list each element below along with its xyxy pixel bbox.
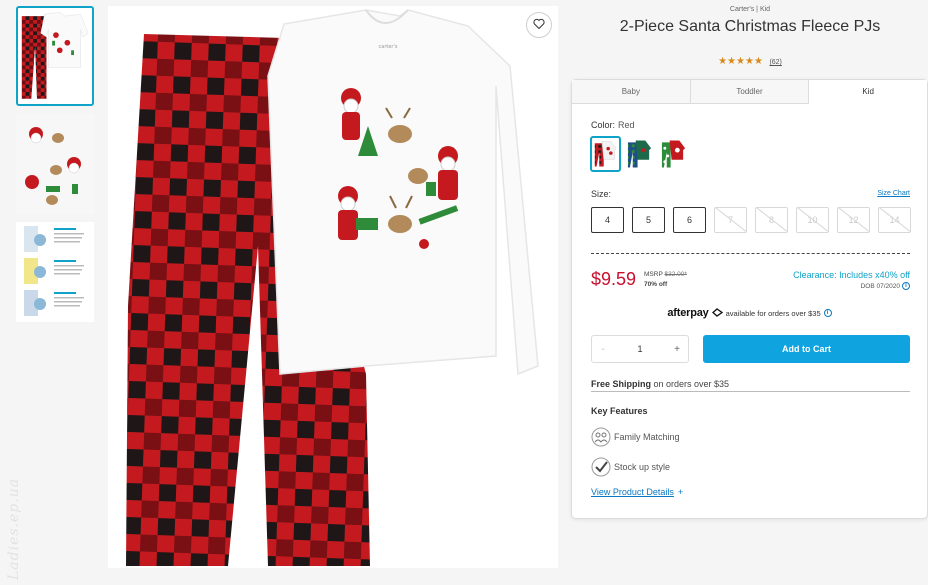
size-option-5[interactable]: 5 bbox=[632, 207, 665, 233]
product-title: 2-Piece Santa Christmas Fleece PJs bbox=[619, 18, 881, 35]
size-label: Size: bbox=[591, 189, 612, 199]
swatch-green-plaid[interactable] bbox=[624, 136, 655, 172]
tab-baby[interactable]: Baby bbox=[572, 80, 691, 103]
view-product-details-link[interactable]: View Product Details + bbox=[591, 487, 683, 497]
view-details-label: View Product Details bbox=[591, 487, 674, 497]
brand-breadcrumb: Carter's | Kid bbox=[572, 6, 928, 13]
review-count-link[interactable]: (62) bbox=[769, 59, 781, 66]
brand-link[interactable]: Carter's bbox=[730, 6, 754, 13]
msrp-label: MSRP bbox=[644, 271, 663, 278]
thumbnail-1[interactable] bbox=[16, 6, 94, 106]
dob-text: DOB 07/2020 bbox=[860, 282, 900, 290]
size-option-7[interactable]: 7 bbox=[714, 207, 747, 233]
feature-label: Stock up style bbox=[614, 462, 671, 472]
size-option-12[interactable]: 12 bbox=[837, 207, 870, 233]
watermark: Ladies.ep.ua bbox=[6, 477, 22, 580]
clearance-text: Clearance: Includes x40% off bbox=[793, 270, 910, 280]
pajama-set-thumbnail-image bbox=[18, 8, 92, 104]
free-shipping-bold: Free Shipping bbox=[591, 379, 652, 389]
star-rating-icon: ★★★★★ bbox=[718, 56, 763, 67]
add-to-cart-button[interactable]: Add to Cart bbox=[703, 335, 910, 363]
pajama-product-photo: carter's bbox=[108, 6, 558, 568]
size-option-10[interactable]: 10 bbox=[796, 207, 829, 233]
red-plaid-swatch-image bbox=[593, 139, 618, 169]
afterpay-logo: afterpay bbox=[667, 307, 709, 319]
green-plaid-swatch-image bbox=[626, 138, 653, 170]
info-icon[interactable]: i bbox=[902, 282, 910, 290]
quantity-decrease-button[interactable]: - bbox=[598, 344, 608, 355]
family-icon bbox=[591, 427, 611, 447]
msrp-block: MSRP $32.00* 70% off bbox=[644, 270, 687, 290]
quantity-increase-button[interactable]: + bbox=[672, 344, 682, 355]
color-label: Color: bbox=[591, 120, 616, 130]
color-swatches bbox=[590, 136, 689, 172]
size-option-4[interactable]: 4 bbox=[591, 207, 624, 233]
quantity-stepper: - 1 + bbox=[591, 335, 689, 363]
color-value: Red bbox=[618, 120, 635, 130]
checkmark-icon bbox=[591, 457, 611, 477]
divider bbox=[591, 253, 910, 254]
key-features-title: Key Features bbox=[591, 406, 648, 416]
tab-kid[interactable]: Kid bbox=[809, 80, 928, 104]
afterpay-row: afterpay available for orders over $35 i bbox=[572, 307, 927, 319]
feature-family-matching: Family Matching bbox=[591, 427, 680, 447]
size-option-8[interactable]: 8 bbox=[755, 207, 788, 233]
santa-graphic-thumbnail-image bbox=[16, 114, 94, 214]
svg-text:carter's: carter's bbox=[379, 44, 398, 50]
size-range-tabs: Baby Toddler Kid bbox=[572, 80, 928, 104]
msrp-value: $32.00* bbox=[664, 271, 687, 278]
quantity-value[interactable]: 1 bbox=[637, 344, 642, 354]
main-product-image: carter's bbox=[108, 6, 558, 568]
tab-toddler[interactable]: Toddler bbox=[690, 80, 810, 103]
size-options: 4 5 6 7 8 10 12 14 bbox=[591, 207, 911, 233]
feature-label: Family Matching bbox=[614, 432, 680, 442]
free-shipping-note: Free Shipping on orders over $35 bbox=[591, 379, 910, 392]
size-chart-link[interactable]: Size Chart bbox=[877, 190, 910, 197]
product-options-card: Baby Toddler Kid Color: Red Size: Size C… bbox=[571, 79, 928, 519]
size-guide-thumbnail-image bbox=[16, 222, 94, 322]
product-rating: ★★★★★ (62) bbox=[572, 56, 928, 67]
heart-icon bbox=[533, 16, 545, 34]
swatch-red[interactable] bbox=[590, 136, 621, 172]
afterpay-info-icon[interactable]: i bbox=[823, 309, 832, 317]
favorite-button[interactable] bbox=[526, 12, 552, 38]
discount-percent: 70% off bbox=[644, 281, 668, 288]
color-label-row: Color: Red bbox=[591, 120, 635, 130]
afterpay-text: available for orders over $35 bbox=[725, 308, 821, 318]
afterpay-arrow-icon bbox=[711, 307, 723, 319]
sale-price: $9.59 bbox=[591, 269, 637, 289]
size-option-14[interactable]: 14 bbox=[878, 207, 911, 233]
dob-row: DOB 07/2020 i bbox=[861, 282, 910, 290]
green-red-swatch-image bbox=[660, 138, 687, 170]
thumbnail-3[interactable] bbox=[16, 222, 94, 322]
plus-icon: + bbox=[677, 487, 684, 497]
swatch-green-red[interactable] bbox=[658, 136, 689, 172]
thumbnail-2[interactable] bbox=[16, 114, 94, 214]
feature-stock-up: Stock up style bbox=[591, 457, 670, 477]
size-option-6[interactable]: 6 bbox=[673, 207, 706, 233]
category-link[interactable]: Kid bbox=[760, 6, 770, 13]
free-shipping-text: on orders over $35 bbox=[651, 379, 730, 389]
